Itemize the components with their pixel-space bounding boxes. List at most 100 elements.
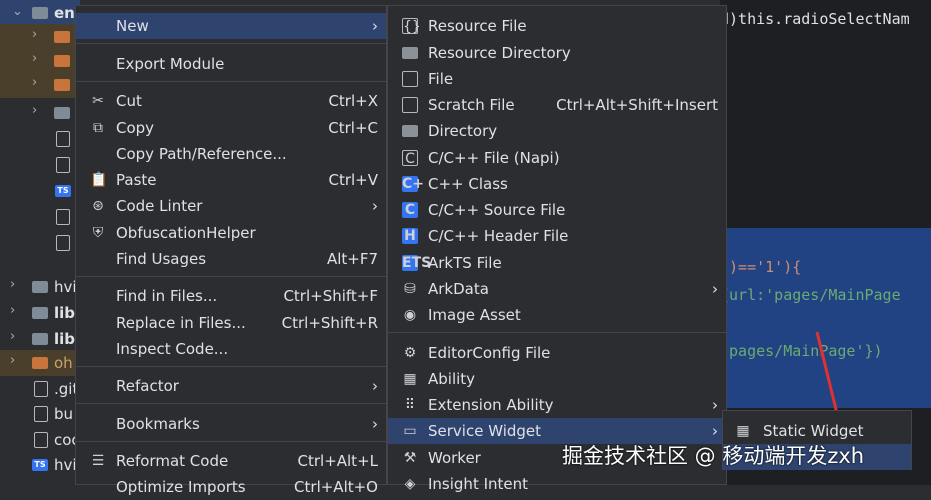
menu-item-paste[interactable]: 📋 Paste Ctrl+V	[76, 167, 386, 193]
tree-row[interactable]: coc	[0, 427, 80, 453]
c-source-icon: C	[402, 202, 418, 218]
chevron-right-icon[interactable]: ›	[32, 51, 37, 66]
tree-row[interactable]: › libr	[0, 326, 82, 352]
image-asset-icon: ◉	[403, 307, 417, 323]
folder-icon	[54, 55, 70, 67]
menu-item-cpp-class[interactable]: C+ C++ Class	[388, 171, 726, 197]
menu-item-label: ArkData	[428, 280, 489, 298]
menu-item-label: Resource File	[428, 17, 527, 35]
tree-row-label: oh	[54, 354, 73, 372]
chevron-right-icon[interactable]: ›	[10, 303, 15, 318]
separator	[76, 403, 386, 404]
chevron-right-icon[interactable]: ›	[10, 277, 15, 292]
menu-item-label: Copy Path/Reference...	[116, 145, 287, 163]
intent-icon: ◈	[404, 476, 416, 492]
worker-icon: ⚒	[403, 450, 417, 466]
tree-row[interactable]: ›	[0, 100, 80, 126]
menu-item-obfuscation-helper[interactable]: ⛨ ObfuscationHelper	[76, 220, 386, 246]
tree-row[interactable]: TS hvi	[0, 452, 80, 478]
tree-row[interactable]	[0, 126, 80, 152]
chevron-right-icon: ›	[712, 396, 718, 414]
menu-item-label: Paste	[116, 171, 157, 189]
tree-row[interactable]	[0, 204, 80, 230]
menu-item-shortcut: Ctrl+Alt+O	[294, 478, 378, 496]
menu-item-new[interactable]: New ›	[76, 13, 386, 39]
menu-item-label: Inspect Code...	[116, 340, 229, 358]
tree-row-label: bu	[54, 405, 74, 423]
tree-row[interactable]: bu	[0, 401, 80, 427]
new-submenu: {} Resource File Resource Directory File…	[387, 5, 727, 493]
menu-item-image-asset[interactable]: ◉ Image Asset	[388, 302, 726, 328]
module-folder-icon	[32, 7, 48, 19]
widget-icon: ▭	[403, 423, 417, 439]
cpp-class-icon: C+	[402, 176, 425, 192]
code-line: ()=='1'){	[720, 258, 801, 276]
chevron-right-icon[interactable]: ›	[32, 103, 37, 118]
tree-row[interactable]: › hvi	[0, 274, 80, 300]
code-line: d)this.radioSelectNam	[720, 10, 910, 28]
menu-item-code-linter[interactable]: ⊛ Code Linter ›	[76, 193, 386, 219]
menu-item-directory[interactable]: Directory	[388, 118, 726, 144]
menu-item-find-usages[interactable]: Find Usages Alt+F7	[76, 246, 386, 272]
menu-item-reformat-code[interactable]: ☰ Reformat Code Ctrl+Alt+L	[76, 448, 386, 474]
menu-item-insight-intent[interactable]: ◈ Insight Intent	[388, 471, 726, 497]
menu-item-find-in-files[interactable]: Find in Files... Ctrl+Shift+F	[76, 283, 386, 309]
tree-row[interactable]	[0, 230, 80, 256]
menu-item-resource-directory[interactable]: Resource Directory	[388, 40, 726, 66]
menu-item-c-cpp-source-file[interactable]: C C/C++ Source File	[388, 197, 726, 223]
menu-item-ability[interactable]: ▦ Ability	[388, 366, 726, 392]
folder-icon	[54, 107, 70, 119]
widget-grid-icon: ▦	[736, 423, 750, 439]
menu-item-label: Directory	[428, 122, 498, 140]
tree-row[interactable]: ›	[0, 24, 80, 50]
menu-item-export-module[interactable]: Export Module	[76, 51, 386, 77]
menu-item-copy[interactable]: ⧉ Copy Ctrl+C	[76, 115, 386, 141]
chevron-down-icon[interactable]: ⌄	[12, 4, 23, 19]
menu-item-label: ObfuscationHelper	[116, 224, 256, 242]
grid-icon: ⠿	[404, 397, 416, 413]
chevron-right-icon: ›	[372, 197, 378, 215]
menu-item-refactor[interactable]: Refactor ›	[76, 373, 386, 399]
separator	[76, 81, 386, 82]
tree-row[interactable]: ⌄ en	[0, 0, 80, 26]
tree-row[interactable]	[0, 152, 80, 178]
menu-item-replace-in-files[interactable]: Replace in Files... Ctrl+Shift+R	[76, 310, 386, 336]
chevron-right-icon: ›	[372, 377, 378, 395]
chevron-right-icon[interactable]: ›	[32, 75, 37, 90]
tree-row-label: en	[54, 4, 75, 22]
arkts-icon: ETS	[402, 255, 432, 271]
project-tree: ⌄ en › › › › TS › hvi › libr › libr › oh…	[0, 0, 82, 485]
menu-item-resource-file[interactable]: {} Resource File	[388, 13, 726, 39]
chevron-right-icon[interactable]: ›	[10, 329, 15, 344]
tree-row[interactable]: ›	[0, 48, 80, 74]
tree-row[interactable]: TS	[0, 178, 80, 204]
tree-row[interactable]: › oh	[0, 350, 80, 376]
menu-item-copy-path[interactable]: Copy Path/Reference...	[76, 141, 386, 167]
menu-item-label: Extension Ability	[428, 396, 554, 414]
code-line: {url:'pages/MainPage	[720, 286, 901, 304]
menu-item-label: EditorConfig File	[428, 344, 551, 362]
watermark-text: 掘金技术社区 @ 移动端开发zxh	[562, 444, 865, 468]
tree-row[interactable]: › libr	[0, 300, 82, 326]
file-icon	[56, 209, 70, 225]
menu-item-extension-ability[interactable]: ⠿ Extension Ability ›	[388, 392, 726, 418]
menu-item-arkdata[interactable]: ⛁ ArkData ›	[388, 276, 726, 302]
menu-item-cut[interactable]: ✂ Cut Ctrl+X	[76, 88, 386, 114]
separator	[388, 332, 726, 333]
tree-row[interactable]: ›	[0, 72, 80, 98]
clipboard-icon: 📋	[90, 172, 108, 188]
menu-item-label: Ability	[428, 370, 476, 388]
folder-icon	[54, 79, 70, 91]
menu-item-c-cpp-header-file[interactable]: H C/C++ Header File	[388, 223, 726, 249]
tree-row[interactable]: .git	[0, 376, 80, 402]
menu-item-inspect-code[interactable]: Inspect Code...	[76, 336, 386, 362]
menu-item-editorconfig-file[interactable]: ⚙ EditorConfig File	[388, 340, 726, 366]
chevron-right-icon[interactable]: ›	[10, 353, 15, 368]
menu-item-c-cpp-file-napi[interactable]: C C/C++ File (Napi)	[388, 145, 726, 171]
menu-item-scratch-file[interactable]: Scratch File Ctrl+Alt+Shift+Insert	[388, 92, 726, 118]
menu-item-optimize-imports[interactable]: Optimize Imports Ctrl+Alt+O	[76, 474, 386, 500]
menu-item-arkts-file[interactable]: ETS ArkTS File	[388, 250, 726, 276]
chevron-right-icon[interactable]: ›	[32, 27, 37, 42]
menu-item-bookmarks[interactable]: Bookmarks ›	[76, 411, 386, 437]
menu-item-file[interactable]: File	[388, 66, 726, 92]
